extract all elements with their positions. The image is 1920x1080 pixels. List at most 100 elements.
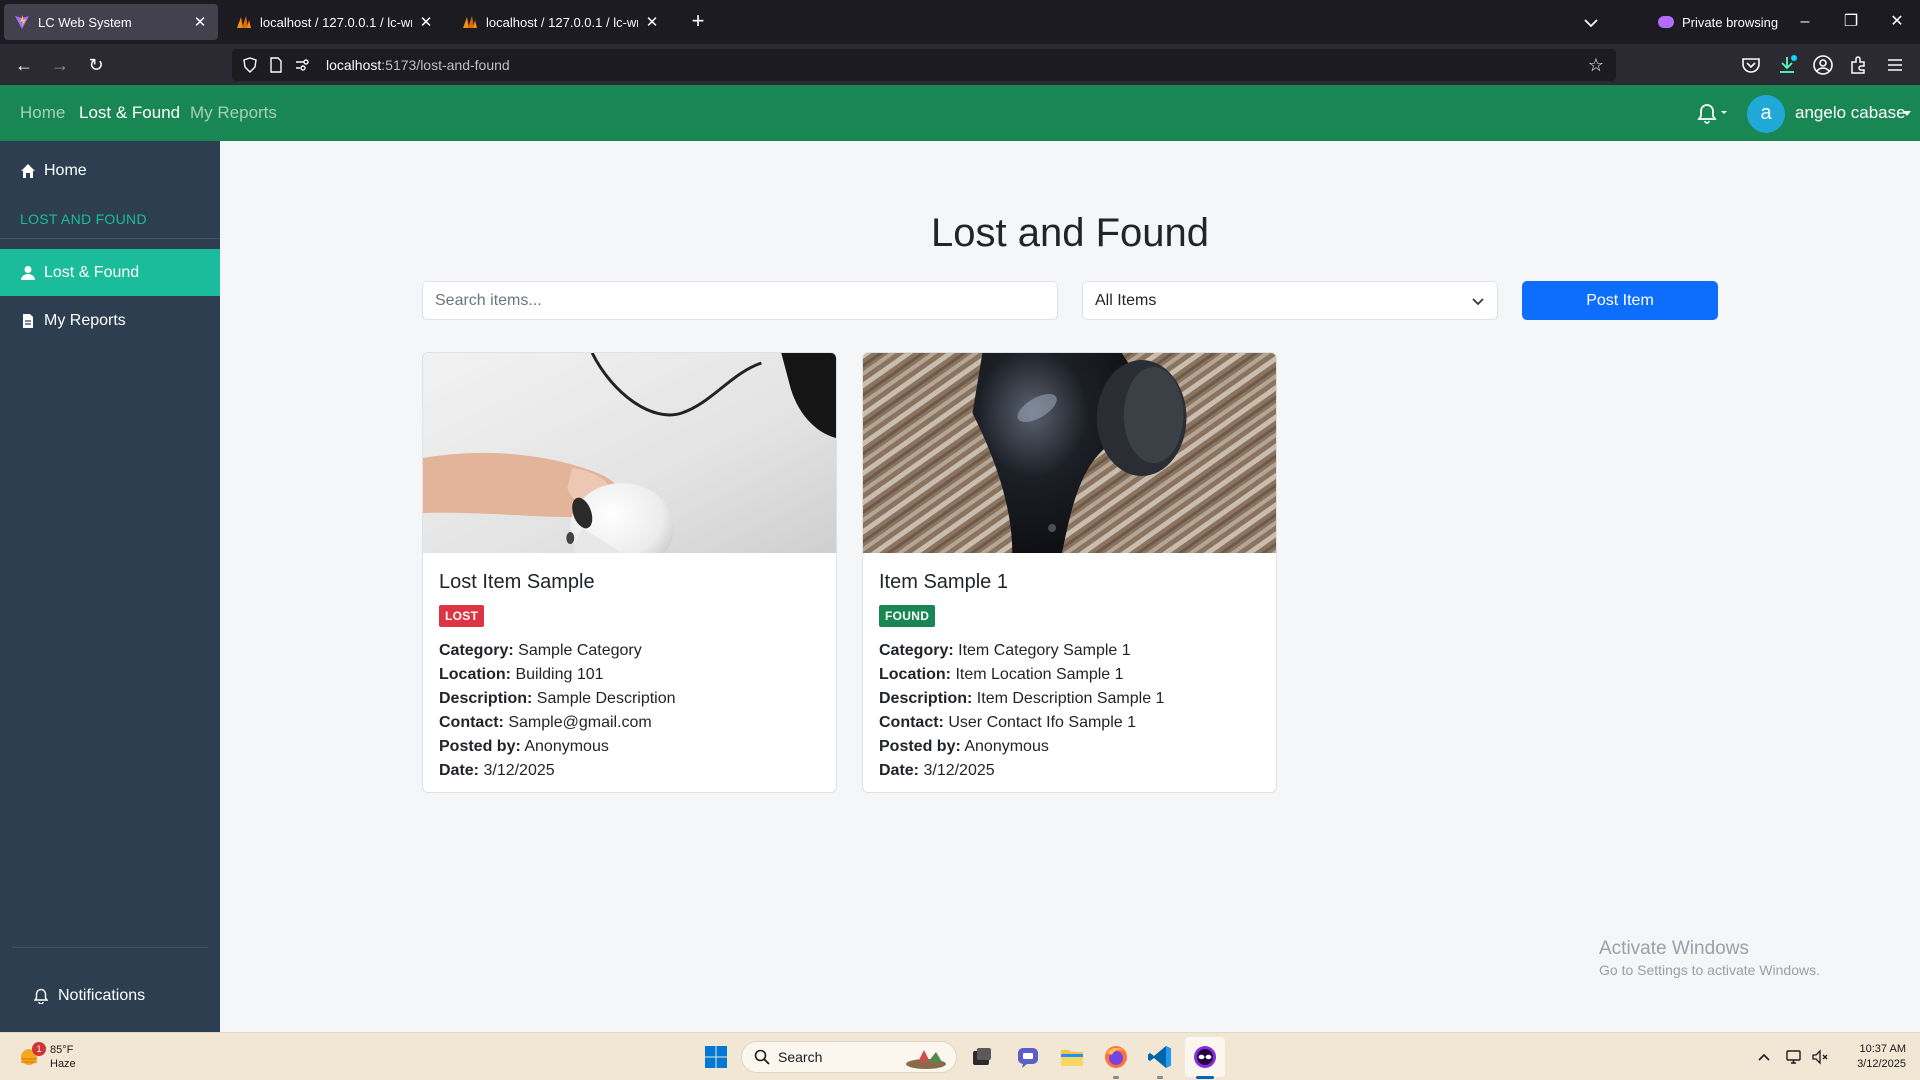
item-photo-airpod <box>423 353 836 553</box>
topnav-lost-and-found-link[interactable]: Lost & Found <box>79 103 180 123</box>
minimize-icon[interactable]: – <box>1790 10 1820 34</box>
phpmyadmin-favicon-icon <box>463 16 477 28</box>
permissions-icon[interactable] <box>294 57 310 73</box>
weather-haze-icon: 1 <box>18 1042 46 1068</box>
sidebar: Home LOST AND FOUND Lost & Found My Repo… <box>0 141 220 1032</box>
user-icon <box>21 265 35 280</box>
user-name-dropdown[interactable]: angelo cabase <box>1795 103 1906 123</box>
browser-tab-lc-web-system[interactable]: LC Web System ✕ <box>4 4 218 40</box>
item-card[interactable]: Item Sample 1 FOUND Category: Item Categ… <box>862 352 1277 793</box>
detail-value: Item Description Sample 1 <box>976 690 1165 707</box>
sidebar-notifications-link[interactable]: Notifications <box>0 981 220 1011</box>
post-item-button[interactable]: Post Item <box>1522 281 1718 320</box>
browser-tab-phpmyadmin-2[interactable]: localhost / 127.0.0.1 / lc-wm-da ✕ <box>452 4 670 40</box>
weather-temperature: 85°F <box>50 1044 74 1056</box>
back-arrow-icon[interactable]: ← <box>10 52 38 78</box>
detail-contact: Contact: User Contact Ifo Sample 1 <box>879 711 1264 735</box>
extensions-puzzle-icon[interactable] <box>1848 54 1870 76</box>
firefox-private-icon[interactable] <box>1191 1043 1219 1071</box>
pocket-icon[interactable] <box>1740 54 1762 76</box>
taskbar-clock[interactable]: 10:37 AM 3/12/2025 <box>1836 1042 1906 1072</box>
notifications-label: Notifications <box>58 987 146 1004</box>
browser-tab-phpmyadmin-1[interactable]: localhost / 127.0.0.1 / lc-wm-da ✕ <box>226 4 444 40</box>
clock-date: 3/12/2025 <box>1857 1058 1906 1070</box>
bell-outline-icon <box>34 988 48 1004</box>
detail-label: Date: <box>439 762 480 779</box>
windows-taskbar: 1 85°F Haze Search 10:37 AM 3/12/2025 <box>0 1032 1920 1080</box>
detail-value: Item Category Sample 1 <box>958 642 1131 659</box>
restore-icon[interactable]: ❐ <box>1836 10 1866 34</box>
item-card[interactable]: Lost Item Sample LOST Category: Sample C… <box>422 352 837 793</box>
volume-muted-icon[interactable] <box>1810 1047 1830 1067</box>
item-type-filter-select[interactable]: All Items <box>1082 281 1498 320</box>
tracking-shield-icon[interactable] <box>242 57 258 73</box>
detail-posted-by: Posted by: Anonymous <box>439 735 824 759</box>
account-icon[interactable] <box>1812 54 1834 76</box>
tab-close-icon[interactable]: ✕ <box>418 13 434 31</box>
private-browsing-label: Private browsing <box>1682 14 1779 30</box>
topnav-my-reports-link[interactable]: My Reports <box>190 103 277 123</box>
sidebar-item-my-reports[interactable]: My Reports <box>0 297 220 344</box>
item-photo-earbud <box>863 353 1276 553</box>
filter-selected-value: All Items <box>1095 291 1157 309</box>
network-icon[interactable] <box>1784 1047 1804 1067</box>
chevron-down-icon <box>1472 298 1484 306</box>
card-title: Item Sample 1 <box>879 571 1008 593</box>
vscode-icon[interactable] <box>1146 1043 1174 1071</box>
windows-start-icon[interactable] <box>704 1045 728 1069</box>
bookmark-star-icon[interactable]: ☆ <box>1586 55 1606 75</box>
file-explorer-icon[interactable] <box>1058 1043 1086 1071</box>
taskbar-search-box[interactable]: Search <box>741 1041 957 1073</box>
menu-hamburger-icon[interactable] <box>1884 54 1906 76</box>
topnav-home-link[interactable]: Home <box>20 103 65 123</box>
detail-date: Date: 3/12/2025 <box>439 759 824 783</box>
tab-title: localhost / 127.0.0.1 / lc-wm-da <box>260 14 412 30</box>
user-avatar[interactable]: a <box>1747 95 1785 133</box>
detail-description: Description: Sample Description <box>439 687 824 711</box>
list-all-tabs-chevron-icon[interactable] <box>1578 12 1604 34</box>
notification-bell-icon[interactable] <box>1694 101 1734 125</box>
card-body: Lost Item Sample LOST Category: Sample C… <box>439 571 824 783</box>
vite-favicon-icon <box>15 15 29 29</box>
downloads-icon[interactable] <box>1776 54 1798 76</box>
new-tab-plus-icon[interactable]: + <box>684 8 712 36</box>
watermark-subtitle: Go to Settings to activate Windows. <box>1599 962 1820 978</box>
firefox-icon[interactable] <box>1102 1043 1130 1071</box>
sidebar-divider <box>0 238 220 239</box>
search-highlight-illustration-icon <box>906 1050 946 1069</box>
home-icon <box>21 163 35 178</box>
search-input[interactable] <box>422 281 1058 320</box>
sidebar-item-label: My Reports <box>44 311 126 329</box>
detail-category: Category: Sample Category <box>439 639 824 663</box>
task-view-icon[interactable] <box>968 1043 996 1071</box>
sidebar-item-lost-and-found[interactable]: Lost & Found <box>0 249 220 296</box>
sidebar-item-home[interactable]: Home <box>0 147 220 194</box>
detail-label: Date: <box>879 762 920 779</box>
detail-posted-by: Posted by: Anonymous <box>879 735 1264 759</box>
address-bar[interactable]: localhost:5173/lost-and-found ☆ <box>232 49 1616 81</box>
show-hidden-icons-chevron-icon[interactable] <box>1754 1047 1774 1067</box>
detail-label: Posted by: <box>439 738 521 755</box>
activate-windows-watermark: Activate Windows Go to Settings to activ… <box>1599 938 1820 978</box>
tab-close-icon[interactable]: ✕ <box>644 13 660 31</box>
close-window-icon[interactable]: ✕ <box>1882 10 1912 34</box>
detail-value: User Contact Ifo Sample 1 <box>948 714 1136 731</box>
browser-toolbar: ← → ↻ localhost:5173/lost-and-found ☆ <box>0 44 1920 85</box>
detail-value: Anonymous <box>524 738 609 755</box>
reload-icon[interactable]: ↻ <box>82 52 110 78</box>
running-indicator <box>1113 1076 1119 1079</box>
detail-location: Location: Item Location Sample 1 <box>879 663 1264 687</box>
watermark-title: Activate Windows <box>1599 938 1749 959</box>
teams-chat-icon[interactable] <box>1014 1043 1042 1071</box>
user-dropdown-caret-icon[interactable] <box>1903 111 1911 116</box>
clock-time: 10:37 AM <box>1859 1043 1906 1055</box>
page-info-icon[interactable] <box>268 57 284 73</box>
detail-label: Description: <box>439 690 533 707</box>
phpmyadmin-favicon-icon <box>237 16 251 28</box>
weather-widget[interactable]: 1 85°F Haze <box>18 1041 76 1073</box>
url-path: :5173/lost-and-found <box>381 57 510 73</box>
detail-category: Category: Item Category Sample 1 <box>879 639 1264 663</box>
sidebar-section-heading: LOST AND FOUND <box>20 211 147 227</box>
tab-close-icon[interactable]: ✕ <box>192 13 208 31</box>
forward-arrow-icon[interactable]: → <box>46 52 74 78</box>
